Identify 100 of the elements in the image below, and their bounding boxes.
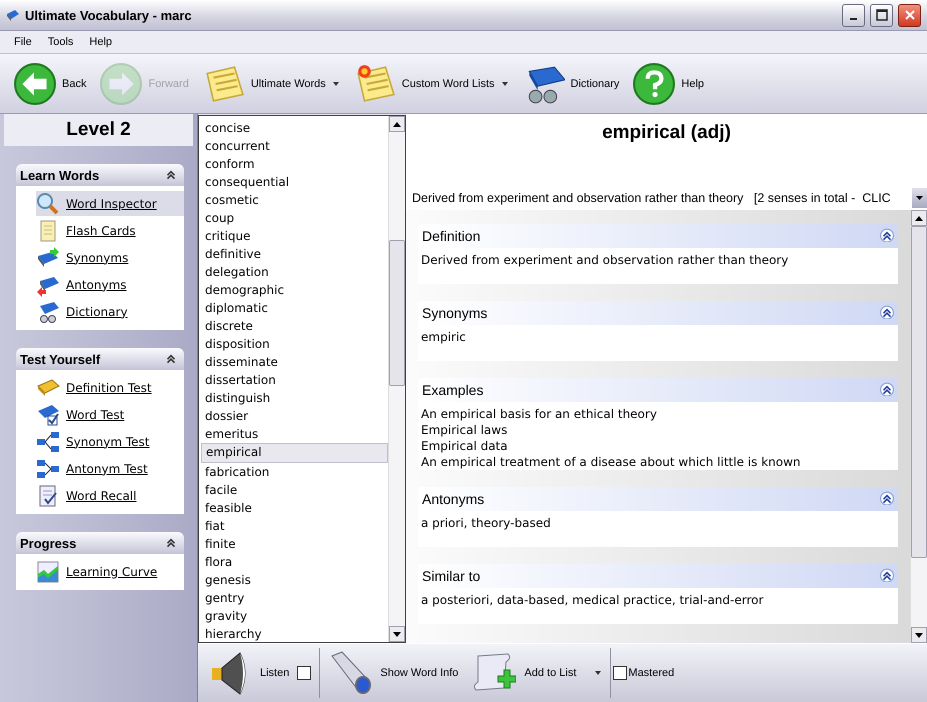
show-word-info-button[interactable]: Show Word Info bbox=[322, 650, 464, 696]
word-item[interactable]: gravity bbox=[201, 607, 388, 625]
mastered-label: Mastered bbox=[628, 667, 674, 679]
group-header[interactable]: Progress bbox=[16, 532, 184, 554]
section-text: An empirical basis for an ethical theory bbox=[421, 406, 658, 422]
sidebar-item[interactable]: Word Inspector bbox=[36, 191, 184, 216]
level-label: Level 2 bbox=[4, 114, 193, 146]
sidebar-item[interactable]: Synonym Test bbox=[36, 429, 184, 454]
word-item[interactable]: gentry bbox=[201, 589, 388, 607]
section-header[interactable]: Similar to bbox=[418, 564, 898, 588]
collapse-icon[interactable] bbox=[880, 304, 894, 318]
up-arrow-icon bbox=[393, 122, 401, 126]
word-item[interactable]: hierarchy bbox=[201, 625, 388, 643]
word-item[interactable]: demographic bbox=[201, 281, 388, 299]
toolbar-button[interactable]: Custom Word Lists bbox=[350, 62, 513, 104]
add-to-list-button[interactable]: Add to List bbox=[464, 650, 608, 696]
sidebar-item[interactable]: Word Recall bbox=[36, 483, 184, 508]
chart-icon bbox=[36, 560, 60, 584]
close-button[interactable] bbox=[898, 4, 921, 26]
maximize-icon bbox=[876, 9, 888, 21]
word-item[interactable]: dissertation bbox=[201, 371, 388, 389]
collapse-icon[interactable] bbox=[880, 382, 894, 396]
word-item[interactable]: feasible bbox=[201, 499, 388, 517]
section-text: Empirical laws bbox=[421, 422, 508, 438]
sidebar-item[interactable]: Word Test bbox=[36, 402, 184, 427]
scroll-down-button[interactable] bbox=[389, 626, 405, 642]
maximize-button[interactable] bbox=[870, 4, 893, 26]
close-icon bbox=[904, 9, 916, 21]
word-item[interactable]: disseminate bbox=[201, 353, 388, 371]
down-arrow-icon bbox=[916, 196, 923, 200]
word-item[interactable]: critique bbox=[201, 227, 388, 245]
scroll-down-button[interactable] bbox=[911, 627, 927, 643]
section-header[interactable]: Synonyms bbox=[418, 301, 898, 325]
sidebar-item[interactable]: Synonyms bbox=[36, 245, 184, 270]
caret-icon[interactable] bbox=[332, 80, 340, 86]
toolbar-button[interactable]: Dictionary bbox=[518, 62, 624, 104]
word-item[interactable]: emeritus bbox=[201, 425, 388, 443]
word-item[interactable]: dossier bbox=[201, 407, 388, 425]
section-header[interactable]: Definition bbox=[418, 224, 898, 248]
menu-item[interactable]: Tools bbox=[40, 36, 82, 48]
collapse-icon[interactable] bbox=[880, 568, 894, 582]
word-heading: empirical (adj) bbox=[602, 122, 731, 144]
collapse-icon[interactable] bbox=[880, 228, 894, 242]
word-item[interactable]: concurrent bbox=[201, 137, 388, 155]
section-text: Empirical data bbox=[421, 438, 509, 454]
down-arrow-icon bbox=[915, 632, 923, 638]
word-item[interactable]: fabrication bbox=[201, 463, 388, 481]
word-item[interactable]: diplomatic bbox=[201, 299, 388, 317]
word-item[interactable]: facile bbox=[201, 481, 388, 499]
sidebar-item[interactable]: Antonym Test bbox=[36, 456, 184, 481]
up-arrow-icon bbox=[915, 216, 923, 220]
sidebar-item[interactable]: Learning Curve bbox=[36, 559, 184, 584]
toolbar-button[interactable]: Back bbox=[10, 62, 90, 104]
mastered-checkbox[interactable] bbox=[613, 666, 628, 680]
menu-item[interactable]: File bbox=[6, 36, 40, 48]
toolbar-button[interactable]: Help bbox=[629, 62, 708, 104]
word-item[interactable]: conform bbox=[201, 155, 388, 173]
section-header[interactable]: Antonyms bbox=[418, 487, 898, 511]
window-title: Ultimate Vocabulary - marc bbox=[25, 8, 193, 22]
caret-icon[interactable] bbox=[594, 670, 602, 676]
listen-checkbox[interactable] bbox=[297, 666, 312, 680]
group-header[interactable]: Test Yourself bbox=[16, 348, 184, 370]
word-item[interactable]: delegation bbox=[201, 263, 388, 281]
menu-item[interactable]: Help bbox=[81, 36, 120, 48]
word-item[interactable]: discrete bbox=[201, 317, 388, 335]
word-item[interactable]: coup bbox=[201, 209, 388, 227]
dropdown-button[interactable] bbox=[912, 188, 927, 208]
scroll-thumb[interactable] bbox=[389, 240, 405, 386]
word-item[interactable]: disposition bbox=[201, 335, 388, 353]
down-arrow-icon bbox=[393, 632, 401, 636]
word-item[interactable]: fiat bbox=[201, 517, 388, 535]
word-item[interactable]: genesis bbox=[201, 571, 388, 589]
magnifier-icon bbox=[36, 192, 60, 216]
word-item[interactable]: distinguish bbox=[201, 389, 388, 407]
minimize-button[interactable] bbox=[842, 4, 865, 26]
toolbar-button[interactable]: Ultimate Words bbox=[198, 62, 344, 104]
word-item[interactable]: empirical bbox=[201, 443, 388, 463]
word-item[interactable]: finite bbox=[201, 535, 388, 553]
word-item[interactable]: cosmetic bbox=[201, 191, 388, 209]
connector-diagram-icon bbox=[36, 430, 60, 454]
collapse-icon[interactable] bbox=[880, 490, 894, 504]
sense-dropdown[interactable]: Derived from experiment and observation rather than theory [2 senses in total - CLIC bbox=[412, 191, 912, 205]
section-text: Derived from experiment and observation rather than theory bbox=[421, 252, 790, 268]
section-text: An empirical treatment of a disease about which little is known bbox=[421, 454, 802, 470]
scroll-thumb[interactable] bbox=[911, 226, 927, 558]
group-header[interactable]: Learn Words bbox=[16, 164, 184, 186]
word-item[interactable]: flora bbox=[201, 553, 388, 571]
sidebar-item[interactable]: Dictionary bbox=[36, 299, 184, 324]
scroll-up-button[interactable] bbox=[389, 116, 405, 132]
sidebar-item[interactable]: Flash Cards bbox=[36, 218, 184, 243]
word-item[interactable]: consequential bbox=[201, 173, 388, 191]
sidebar-item[interactable]: Definition Test bbox=[36, 375, 184, 400]
section-text: a posteriori, data-based, medical practice, trial-and-error bbox=[421, 592, 764, 608]
sidebar-item[interactable]: Antonyms bbox=[36, 272, 184, 297]
section-header[interactable]: Examples bbox=[418, 378, 898, 402]
scroll-up-button[interactable] bbox=[911, 210, 927, 226]
word-item[interactable]: definitive bbox=[201, 245, 388, 263]
question-icon bbox=[633, 62, 676, 104]
caret-icon[interactable] bbox=[500, 80, 509, 86]
word-item[interactable]: concise bbox=[201, 119, 388, 137]
